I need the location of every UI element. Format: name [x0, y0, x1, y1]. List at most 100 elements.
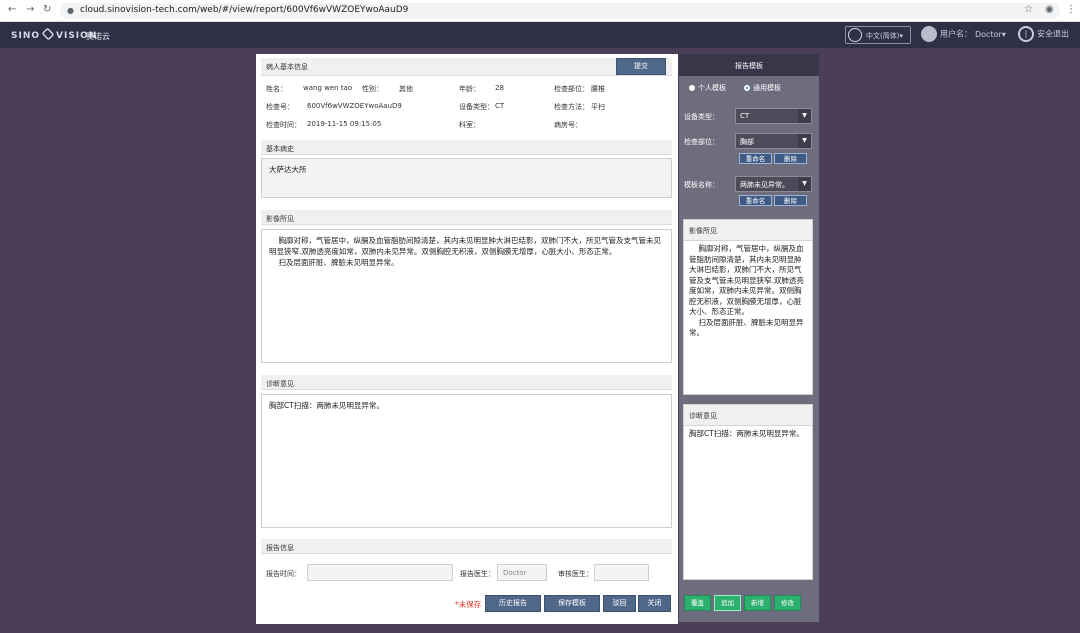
- method-label: 检查方法：: [554, 103, 589, 111]
- report-time-field[interactable]: [307, 564, 453, 581]
- logout-button[interactable]: | 安全退出: [1018, 26, 1069, 42]
- patient-info-title: 病人基本信息: [266, 63, 308, 71]
- exam-no-value: 600Vf6wVWZOEYwoAauD9: [307, 102, 402, 110]
- tpl-device-select[interactable]: CT ▼: [735, 108, 812, 124]
- tpl-diagnosis-box: 诊断意见 胸部CT扫描：两肺未见明显异常。: [683, 404, 813, 580]
- arrow-right-icon[interactable]: →: [26, 4, 34, 15]
- save-template-button[interactable]: 保存模板: [544, 595, 600, 612]
- report-info-header: 报告信息: [261, 539, 672, 554]
- common-template-label: 通用模板: [753, 84, 781, 92]
- user-label: 用户名：: [940, 29, 972, 39]
- address-bar[interactable]: ● cloud.sinovision-tech.com/web/#/view/r…: [60, 3, 1060, 19]
- report-doctor-label: 报告医生：: [460, 570, 495, 578]
- history-title: 基本病史: [266, 145, 294, 153]
- common-template-radio[interactable]: 通用模板: [744, 83, 781, 93]
- language-label: 中文(简体)▾: [866, 32, 903, 40]
- tpl-name-label: 模板名称：: [684, 181, 719, 189]
- app-header: SINO VISION 赛诺云 中文(简体)▾ 用户名： Doctor▾ | 安全退出: [0, 22, 1080, 48]
- part-value: 腰椎: [591, 85, 605, 93]
- exam-no-label: 检查号：: [266, 103, 294, 111]
- tpl-device-label: 设备类型：: [684, 113, 719, 121]
- tpl-part-label: 检查部位：: [684, 138, 719, 146]
- report-time-label: 报告时间：: [266, 570, 301, 578]
- power-icon: |: [1018, 26, 1034, 42]
- cover-button[interactable]: 覆盖: [684, 595, 711, 611]
- case-label: 病房号：: [554, 121, 582, 129]
- tpl-part-value: 胸部: [740, 138, 754, 146]
- report-doctor-field[interactable]: Doctor: [497, 564, 547, 581]
- radio-icon: [689, 85, 695, 91]
- chevron-down-icon: ▼: [798, 134, 811, 148]
- user-name: Doctor▾: [975, 29, 1006, 39]
- ward-label: 科室：: [459, 121, 480, 129]
- new-template-button[interactable]: 新增: [744, 595, 771, 611]
- submit-button[interactable]: 提交: [616, 58, 666, 75]
- template-panel: 报告模板 个人模板 通用模板 设备类型： CT ▼ 检查部位： 胸部 ▼ 重命名…: [679, 54, 819, 622]
- edit-template-button[interactable]: 修改: [774, 595, 801, 611]
- device-value: CT: [495, 102, 505, 110]
- arrow-left-icon[interactable]: ←: [8, 4, 16, 15]
- sex-value: 其他: [399, 85, 413, 93]
- name-label: 姓名：: [266, 85, 287, 93]
- rename-template-button[interactable]: 重命名: [739, 195, 772, 206]
- tpl-name-value: 两肺未见异常。: [740, 181, 789, 189]
- radio-selected-icon: [744, 85, 750, 91]
- star-icon[interactable]: ☆: [1024, 4, 1033, 15]
- lock-icon: ●: [67, 6, 74, 15]
- account-icon[interactable]: ◉: [1045, 4, 1054, 15]
- knot-icon: [41, 27, 55, 41]
- delete-template-button[interactable]: 删除: [774, 195, 807, 206]
- history-textarea[interactable]: 大萨达大所: [261, 158, 672, 198]
- time-label: 检查时间：: [266, 121, 301, 129]
- logout-label: 安全退出: [1037, 29, 1069, 39]
- tpl-diagnosis-text: 胸部CT扫描：两肺未见明显异常。: [689, 429, 804, 438]
- url-text: cloud.sinovision-tech.com/web/#/view/rep…: [80, 5, 409, 15]
- patient-info-header: 病人基本信息: [261, 58, 672, 76]
- language-select[interactable]: 中文(简体)▾: [845, 26, 911, 44]
- chevron-down-icon: ▼: [798, 109, 811, 123]
- personal-template-radio[interactable]: 个人模板: [689, 83, 726, 93]
- history-header: 基本病史: [261, 140, 672, 155]
- close-button[interactable]: 关闭: [638, 595, 671, 612]
- report-info-title: 报告信息: [266, 544, 294, 552]
- diagnosis-textarea[interactable]: 胸部CT扫描：两肺未见明显异常。: [261, 394, 672, 528]
- reject-button[interactable]: 驳回: [603, 595, 636, 612]
- user-menu[interactable]: 用户名： Doctor▾: [921, 26, 1006, 42]
- findings-textarea[interactable]: 胸廓对称，气管居中，纵膈及血管脂肪间隙清楚，其内未见明显肿大淋巴结影，双肺门不大…: [261, 229, 672, 363]
- findings-title: 影像所见: [266, 215, 294, 223]
- template-title: 报告模板: [679, 54, 819, 76]
- avatar-icon: [921, 26, 937, 42]
- chevron-down-icon: ▼: [798, 177, 811, 191]
- tpl-diagnosis-title: 诊断意见: [684, 405, 812, 426]
- diagnosis-header: 诊断意见: [261, 375, 672, 390]
- append-button[interactable]: 追加: [714, 595, 741, 611]
- tpl-findings-text: 胸廓对称，气管居中，纵膈及血管脂肪间隙清楚，其内未见明显肿大淋巴结影，双肺门不大…: [689, 244, 804, 337]
- rename-part-button[interactable]: 重命名: [739, 153, 772, 164]
- findings-header: 影像所见: [261, 210, 672, 225]
- delete-part-button[interactable]: 删除: [774, 153, 807, 164]
- diagnosis-title: 诊断意见: [266, 380, 294, 388]
- menu-icon[interactable]: ⋮: [1066, 4, 1076, 15]
- globe-icon: [848, 28, 862, 42]
- reload-icon[interactable]: ↻: [43, 4, 51, 15]
- app-name: 赛诺云: [86, 32, 110, 41]
- logo: SINO VISION: [11, 27, 97, 41]
- tpl-findings-title: 影像所见: [684, 220, 812, 241]
- tpl-name-select[interactable]: 两肺未见异常。 ▼: [735, 176, 812, 192]
- tpl-device-value: CT: [740, 112, 750, 120]
- reviewer-field[interactable]: [594, 564, 649, 581]
- unsaved-indicator: *未保存: [455, 600, 482, 609]
- time-value: 2019-11-15 09:15:05: [307, 120, 382, 128]
- part-label: 检查部位：: [554, 85, 589, 93]
- tpl-part-select[interactable]: 胸部 ▼: [735, 133, 812, 149]
- personal-template-label: 个人模板: [698, 84, 726, 92]
- reviewer-label: 审核医生：: [558, 570, 593, 578]
- age-label: 年龄：: [459, 85, 480, 93]
- age-value: 28: [495, 84, 504, 92]
- device-label: 设备类型：: [459, 103, 494, 111]
- tpl-findings-box: 影像所见 胸廓对称，气管居中，纵膈及血管脂肪间隙清楚，其内未见明显肿大淋巴结影，…: [683, 219, 813, 395]
- report-panel: 病人基本信息 提交 姓名： wang wen tao 性别： 其他 年龄： 28…: [256, 54, 678, 624]
- logo-text-left: SINO: [11, 31, 41, 41]
- history-report-button[interactable]: 历史报告: [485, 595, 541, 612]
- method-value: 平扫: [591, 103, 605, 111]
